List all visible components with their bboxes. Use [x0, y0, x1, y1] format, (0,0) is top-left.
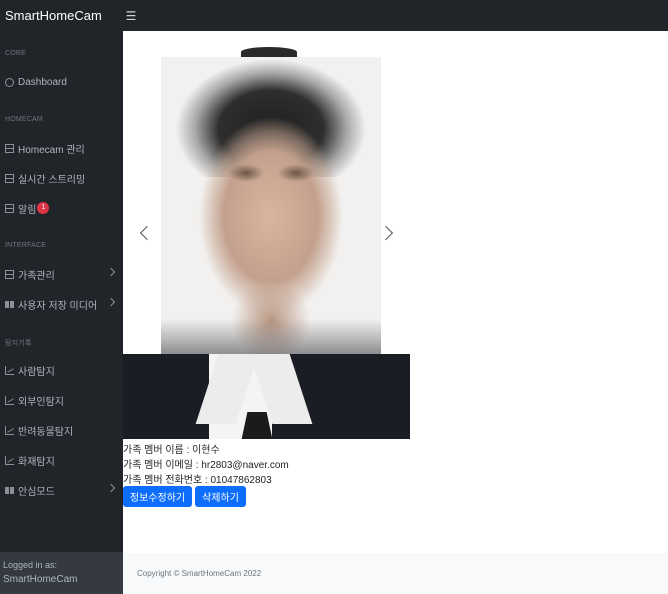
sidebar-item-label: 외부인탐지	[18, 396, 64, 408]
table-icon	[5, 143, 14, 153]
page-footer: Copyright © SmartHomeCam 2022	[123, 553, 668, 594]
chart-area-icon	[5, 425, 14, 435]
copyright-text: Copyright © SmartHomeCam 2022	[137, 569, 262, 578]
sidebar-item-safe-mode[interactable]: 안심모드	[0, 478, 123, 502]
sidebar-item-live-streaming[interactable]: 실시간 스트리밍	[0, 166, 123, 190]
sidebar-item-family[interactable]: 가족관리	[0, 262, 123, 286]
sidebar-item-label: 안심모드	[18, 486, 55, 498]
book-icon	[5, 300, 14, 308]
sidebar-item-label: 사용자 저장 미디어	[18, 300, 98, 312]
edit-info-button[interactable]: 정보수정하기	[123, 486, 192, 507]
sidebar-heading-homecam: HOMECAM	[5, 116, 43, 123]
top-navbar: SmartHomeCam ☰	[0, 0, 668, 31]
member-email: 가족 멤버 이메일 : hr2803@naver.com	[123, 460, 289, 471]
book-icon	[5, 486, 14, 494]
sidebar-item-label: Homecam 관리	[18, 144, 85, 156]
chevron-right-icon	[106, 483, 116, 493]
chart-area-icon	[5, 395, 14, 405]
sidebar-item-user-media[interactable]: 사용자 저장 미디어	[0, 292, 123, 316]
table-icon	[5, 173, 14, 183]
sidebar-item-label: 실시간 스트리밍	[18, 174, 86, 186]
sidebar-item-homecam-manage[interactable]: Homecam 관리	[0, 136, 123, 160]
member-phone: 가족 멤버 전화번호 : 01047862803	[123, 475, 272, 486]
blurred-face-region	[161, 57, 381, 354]
sidebar-item-stranger-detect[interactable]: 외부인탐지	[0, 388, 123, 412]
chevron-right-icon	[106, 297, 116, 307]
chart-area-icon	[5, 365, 14, 375]
sidebar-item-label: 알림	[18, 204, 37, 216]
photo-hair-top	[241, 47, 297, 57]
sidebar-heading-detection: 탐지기록	[5, 340, 32, 347]
table-icon	[5, 203, 14, 213]
blurred-shoulders	[161, 319, 381, 354]
sidebar-toggle-icon[interactable]: ☰	[123, 9, 139, 23]
sidebar-heading-interface: INTERFACE	[5, 242, 47, 249]
sidebar-item-label: Dashboard	[18, 76, 67, 88]
member-name: 가족 멤버 이름 : 이현수	[123, 445, 220, 456]
sidebar-item-label: 반려동물탐지	[18, 426, 74, 438]
logged-in-user: SmartHomeCam	[3, 574, 78, 585]
sidebar-item-label: 화재탐지	[18, 456, 55, 468]
sidebar-item-label: 사람탐지	[18, 366, 55, 378]
sidebar-item-dashboard[interactable]: Dashboard	[0, 70, 123, 94]
sidebar-footer: Logged in as: SmartHomeCam	[0, 552, 123, 594]
sidebar-item-alerts[interactable]: 알림 1	[0, 196, 123, 220]
sidebar-item-label: 가족관리	[18, 270, 55, 282]
chart-area-icon	[5, 455, 14, 465]
chevron-right-icon	[106, 267, 116, 277]
sidebar-heading-core: CORE	[5, 50, 27, 57]
table-icon	[5, 269, 14, 279]
sidebar-item-pet-detect[interactable]: 반려동물탐지	[0, 418, 123, 442]
gauge-icon	[5, 77, 14, 87]
logged-in-label: Logged in as:	[3, 560, 58, 570]
blurred-eyes	[221, 162, 321, 184]
sidebar-item-person-detect[interactable]: 사람탐지	[0, 358, 123, 382]
alert-count-badge: 1	[37, 202, 50, 214]
sidebar-item-fire-detect[interactable]: 화재탐지	[0, 448, 123, 472]
member-photo-carousel	[123, 47, 410, 439]
delete-button[interactable]: 삭제하기	[195, 486, 246, 507]
brand-link[interactable]: SmartHomeCam	[0, 8, 123, 23]
sidebar: CORE Dashboard HOMECAM Homecam 관리 실시간 스트…	[0, 31, 123, 594]
